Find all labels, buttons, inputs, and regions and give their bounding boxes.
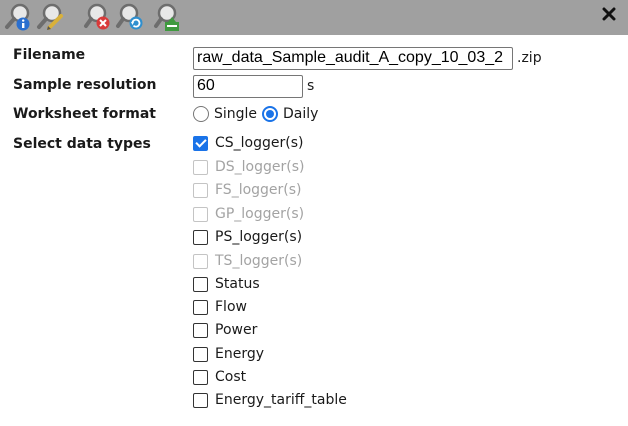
info-search-icon[interactable] (3, 2, 33, 32)
data-type-label[interactable]: Status (215, 276, 260, 292)
data-type-label: FS_logger(s) (215, 182, 302, 198)
data-type-label: DS_logger(s) (215, 159, 305, 175)
sample-resolution-unit: s (307, 78, 315, 94)
data-type-checkbox[interactable] (193, 393, 208, 408)
data-type-label[interactable]: Energy (215, 346, 264, 362)
toolbar (0, 0, 628, 35)
filename-suffix: .zip (517, 50, 542, 66)
data-type-checkbox (193, 207, 208, 222)
worksheet-daily-radio[interactable] (262, 106, 278, 122)
edit-search-icon[interactable] (35, 2, 65, 32)
export-search-icon[interactable] (152, 2, 182, 32)
data-type-checkbox[interactable] (193, 136, 208, 151)
data-type-label[interactable]: Flow (215, 299, 247, 315)
data-type-label[interactable]: PS_logger(s) (215, 229, 302, 245)
data-type-label[interactable]: CS_logger(s) (215, 135, 303, 151)
worksheet-single-radio[interactable] (193, 106, 209, 122)
data-type-label[interactable]: Cost (215, 369, 246, 385)
filename-label: Filename (13, 47, 86, 63)
sample-resolution-label: Sample resolution (13, 77, 157, 93)
data-type-checkbox (193, 183, 208, 198)
delete-search-icon[interactable] (83, 2, 113, 32)
data-type-checkbox[interactable] (193, 347, 208, 362)
refresh-search-icon[interactable] (115, 2, 145, 32)
data-type-checkbox[interactable] (193, 230, 208, 245)
close-icon[interactable] (602, 7, 616, 21)
worksheet-single-label[interactable]: Single (214, 106, 257, 122)
data-type-label[interactable]: Power (215, 322, 257, 338)
data-type-checkbox[interactable] (193, 300, 208, 315)
data-type-checkbox[interactable] (193, 323, 208, 338)
data-type-label: GP_logger(s) (215, 206, 305, 222)
filename-input[interactable]: raw_data_Sample_audit_A_copy_10_03_2 (193, 47, 513, 70)
data-type-checkbox[interactable] (193, 277, 208, 292)
data-type-checkbox[interactable] (193, 370, 208, 385)
sample-resolution-input[interactable]: 60 (193, 75, 303, 98)
worksheet-format-label: Worksheet format (13, 106, 156, 122)
worksheet-daily-label[interactable]: Daily (283, 106, 318, 122)
data-type-label: TS_logger(s) (215, 253, 303, 269)
data-types-label: Select data types (13, 136, 151, 152)
data-type-checkbox (193, 254, 208, 269)
data-type-label[interactable]: Energy_tariff_table (215, 392, 347, 408)
data-type-checkbox (193, 160, 208, 175)
